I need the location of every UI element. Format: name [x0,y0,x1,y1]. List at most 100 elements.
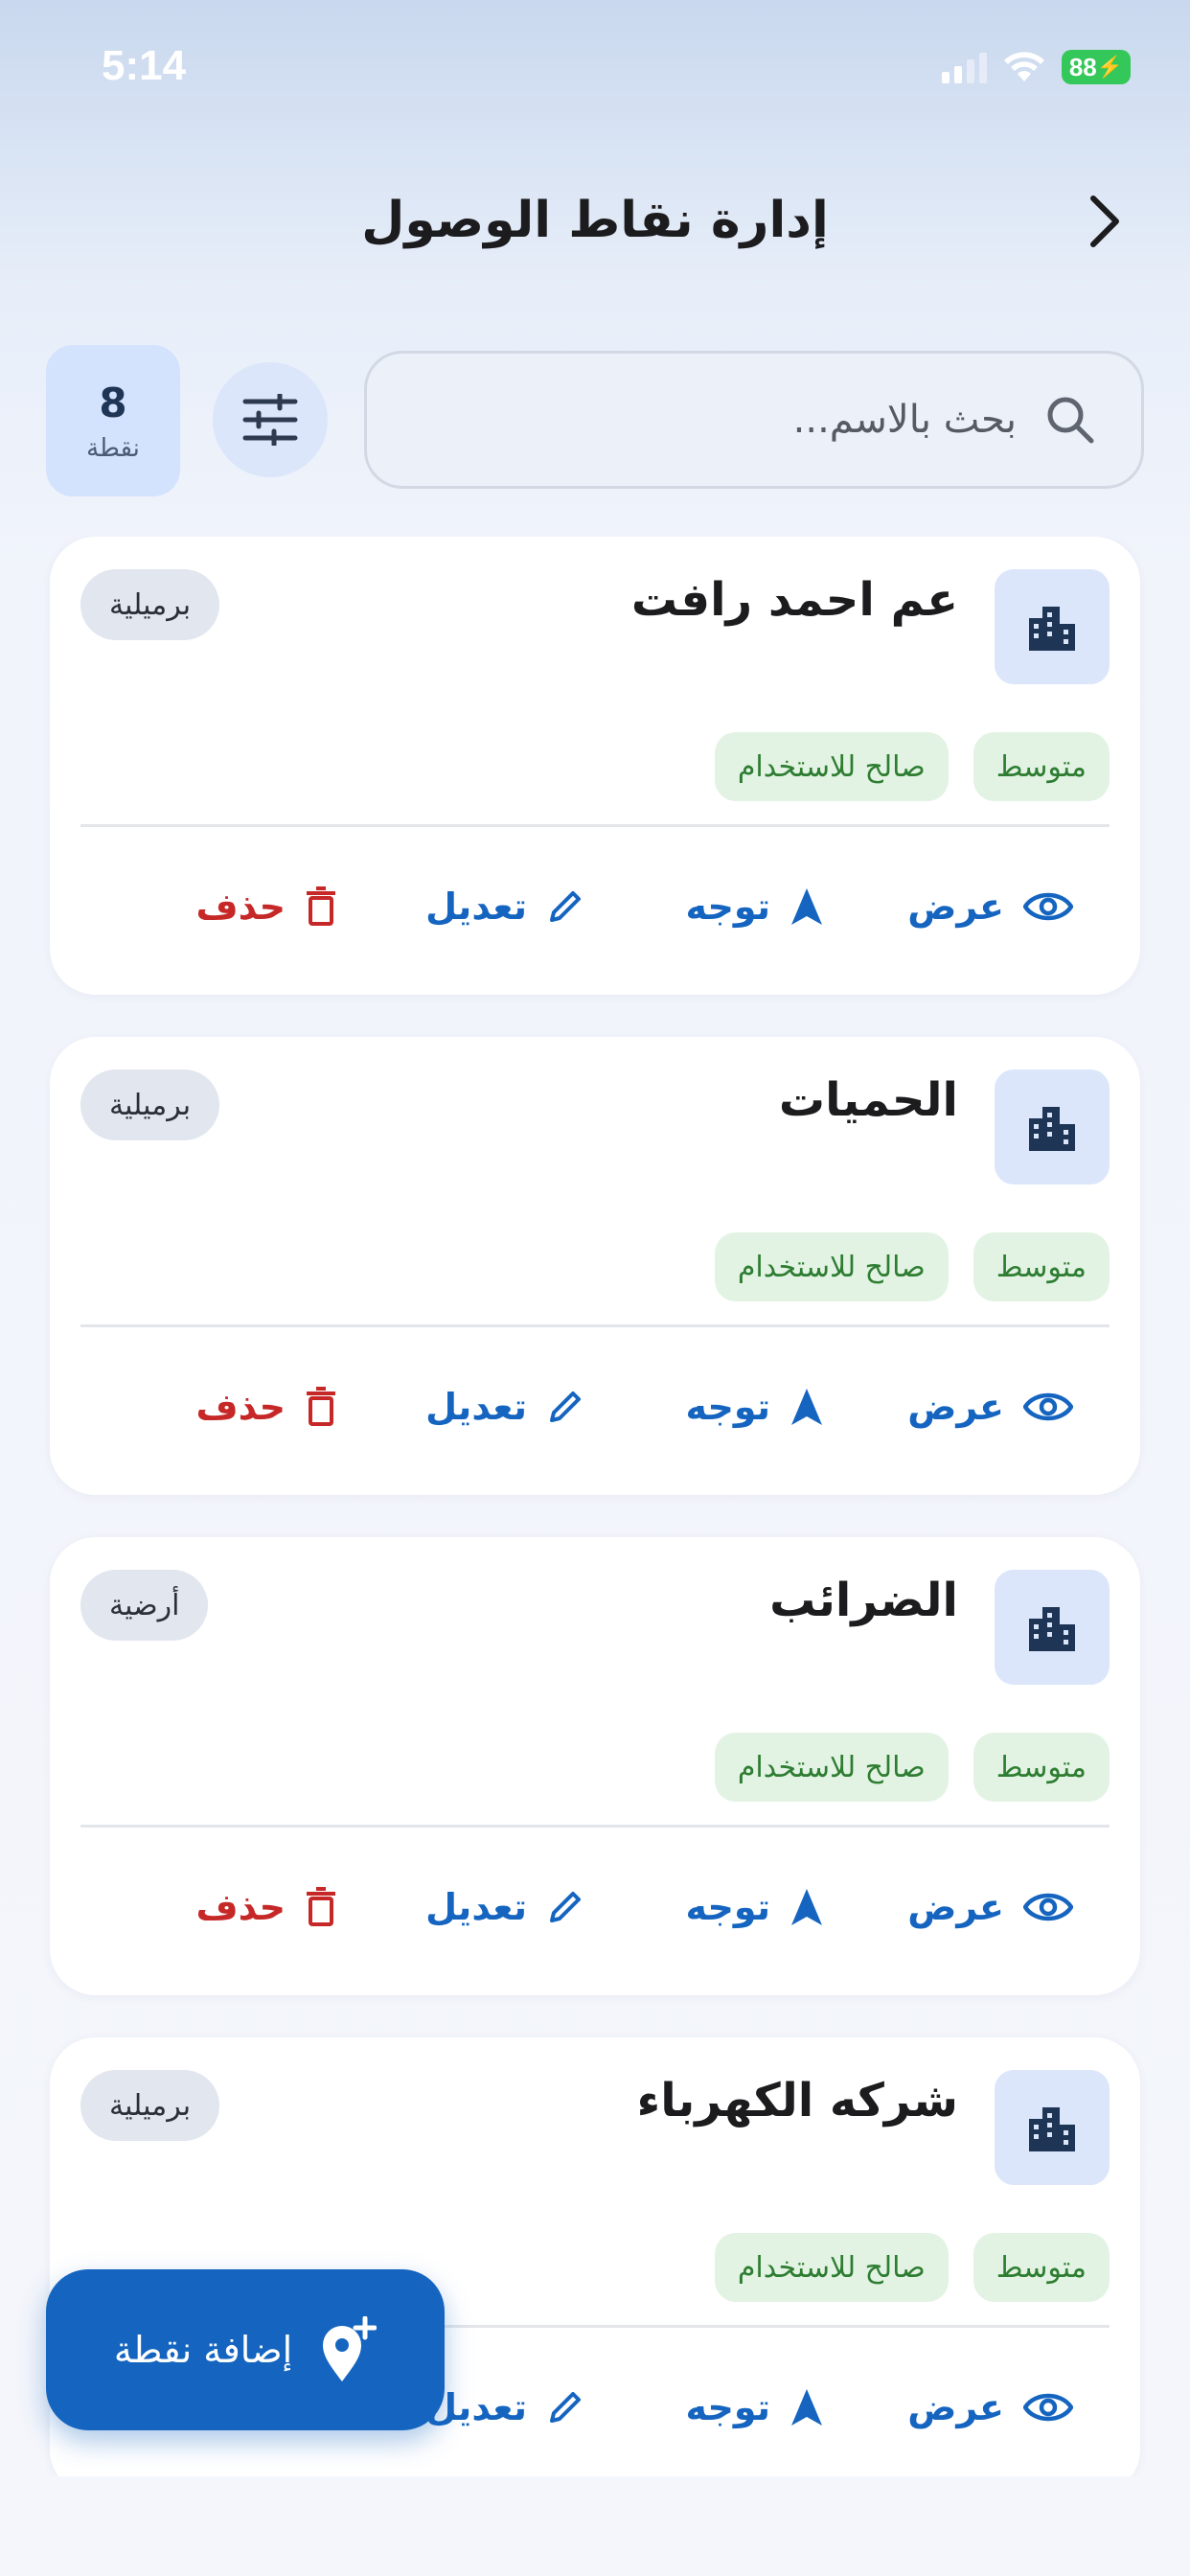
view-label: عرض [907,1386,1004,1428]
access-point-name: شركه الكهرباء [636,2074,958,2128]
access-point-name: عم احمد رافت [630,573,958,627]
add-location-icon [323,2316,378,2381]
edit-label: تعديل [425,1886,527,1928]
tag-condition: صالح للاستخدام [714,1232,949,1301]
charging-bolt-icon: ⚡ [1096,55,1124,79]
tag-condition: صالح للاستخدام [714,2233,949,2302]
delete-label: حذف [195,1386,286,1428]
count-value: 8 [99,379,127,426]
navigate-label: توجه [685,886,770,928]
navigate-button[interactable]: توجه [685,1859,824,1955]
building-icon [995,2070,1110,2185]
edit-label: تعديل [425,886,527,928]
delete-label: حذف [195,886,286,928]
navigate-button[interactable]: توجه [685,2359,824,2455]
navigation-arrow-icon [791,888,822,925]
status-tags: متوسط صالح للاستخدام [714,2233,1110,2302]
navigation-arrow-icon [791,1889,822,1925]
view-button[interactable]: عرض [907,2359,1073,2455]
access-point-card[interactable]: الضرائب أرضية متوسط صالح للاستخدام عرض ت… [50,1537,1140,1995]
access-point-name: الحميات [778,1073,958,1127]
type-chip: أرضية [80,1570,209,1641]
access-points-list[interactable]: عم احمد رافت برميلية متوسط صالح للاستخدا… [0,537,1190,2476]
view-label: عرض [907,1886,1004,1928]
status-time: 5:14 [102,42,187,89]
pencil-icon [550,1892,581,1922]
type-chip: برميلية [80,1070,220,1140]
tag-level: متوسط [973,2233,1110,2302]
access-point-name: الضرائب [769,1574,958,1627]
add-point-button[interactable]: إضافة نقطة [46,2269,445,2430]
delete-button[interactable]: حذف [196,859,337,954]
battery-indicator: 88 ⚡ [1062,50,1131,84]
wifi-icon [1004,52,1044,81]
tag-condition: صالح للاستخدام [714,732,949,801]
building-icon [995,1570,1110,1685]
edit-button[interactable]: تعديل [425,859,584,954]
count-badge: 8 نقطة [46,345,180,496]
delete-label: حذف [195,1886,286,1928]
trash-icon [307,1387,335,1426]
view-button[interactable]: عرض [907,1859,1073,1955]
battery-level: 88 [1068,52,1097,81]
page-title: إدارة نقاط الوصول [361,192,829,249]
delete-button[interactable]: حذف [196,1359,337,1455]
filter-button[interactable] [213,362,328,477]
search-input[interactable] [442,398,1017,442]
trash-icon [307,886,335,926]
tune-icon [242,394,298,446]
access-point-card[interactable]: الحميات برميلية متوسط صالح للاستخدام عرض… [50,1037,1140,1495]
pencil-icon [550,1392,581,1422]
type-chip: برميلية [80,2070,220,2141]
eye-icon [1023,2393,1073,2422]
tag-level: متوسط [973,1733,1110,1802]
edit-button[interactable]: تعديل [425,1859,584,1955]
edit-label: تعديل [425,1386,527,1428]
view-button[interactable]: عرض [907,859,1073,954]
card-divider [80,1324,1110,1327]
card-divider [80,1825,1110,1828]
count-label: نقطة [86,433,140,463]
pencil-icon [550,2392,581,2423]
header: إدارة نقاط الوصول [0,163,1190,278]
cellular-signal-icon [942,51,987,83]
card-actions: عرض توجه تعديل حذف [50,1859,1140,1955]
tag-condition: صالح للاستخدام [714,1733,949,1802]
navigate-button[interactable]: توجه [685,859,824,954]
delete-button[interactable]: حذف [196,1859,337,1955]
search-row: 8 نقطة [0,345,1190,496]
search-icon [1041,391,1099,448]
building-icon [995,569,1110,684]
search-box[interactable] [364,351,1144,489]
status-tags: متوسط صالح للاستخدام [714,732,1110,801]
card-divider [80,824,1110,827]
eye-icon [1023,1392,1073,1421]
trash-icon [307,1887,335,1926]
view-button[interactable]: عرض [907,1359,1073,1455]
card-actions: عرض توجه تعديل حذف [50,1359,1140,1455]
status-tags: متوسط صالح للاستخدام [714,1733,1110,1802]
navigate-button[interactable]: توجه [685,1359,824,1455]
navigate-label: توجه [685,2386,770,2428]
tag-level: متوسط [973,732,1110,801]
status-bar: 5:14 88 ⚡ [0,0,1190,144]
add-point-label: إضافة نقطة [113,2329,293,2371]
navigation-arrow-icon [791,1389,822,1425]
type-chip: برميلية [80,569,220,640]
edit-button[interactable]: تعديل [425,2359,584,2455]
tag-level: متوسط [973,1232,1110,1301]
status-icons: 88 ⚡ [942,50,1131,84]
eye-icon [1023,892,1073,921]
view-label: عرض [907,886,1004,928]
navigate-label: توجه [685,1386,770,1428]
status-tags: متوسط صالح للاستخدام [714,1232,1110,1301]
edit-button[interactable]: تعديل [425,1359,584,1455]
view-label: عرض [907,2386,1004,2428]
pencil-icon [550,891,581,922]
building-icon [995,1070,1110,1184]
navigation-arrow-icon [791,2389,822,2426]
card-actions: عرض توجه تعديل حذف [50,859,1140,954]
access-point-card[interactable]: عم احمد رافت برميلية متوسط صالح للاستخدا… [50,537,1140,995]
navigate-label: توجه [685,1886,770,1928]
eye-icon [1023,1893,1073,1921]
